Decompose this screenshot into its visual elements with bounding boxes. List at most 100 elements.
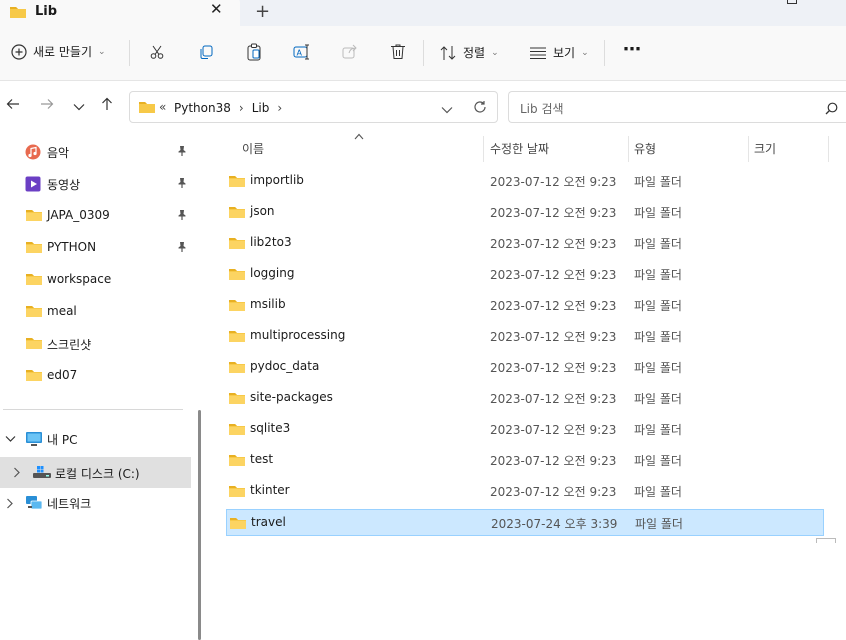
sidebar-item-label: meal xyxy=(47,304,77,318)
search-input[interactable]: Lib 검색 xyxy=(520,100,564,117)
maximize-button[interactable] xyxy=(787,0,797,4)
file-row[interactable]: logging 2023-07-12 오전 9:23 파일 폴더 xyxy=(226,261,824,288)
recent-locations-button[interactable] xyxy=(73,100,85,114)
view-button[interactable]: 보기 ⌄ xyxy=(529,44,589,61)
folder-icon xyxy=(25,304,43,321)
divider xyxy=(604,40,605,66)
file-date: 2023-07-12 오전 9:23 xyxy=(490,237,617,251)
file-row[interactable]: importlib 2023-07-12 오전 9:23 파일 폴더 xyxy=(226,168,824,195)
column-header-type[interactable]: 유형 xyxy=(634,140,656,157)
folder-icon xyxy=(228,236,246,253)
column-divider[interactable] xyxy=(748,136,749,162)
file-row[interactable]: json 2023-07-12 오전 9:23 파일 폴더 xyxy=(226,199,824,226)
cut-button[interactable] xyxy=(149,44,165,60)
navigation-pane: 음악동영상 JAPA_0309 PYTHON workspace meal 스크린샷 ed0… xyxy=(0,130,206,640)
sidebar-item-local-disk[interactable]: 로컬 디스크 (C:) xyxy=(0,457,191,488)
file-date: 2023-07-12 오전 9:23 xyxy=(490,361,617,375)
file-type: 파일 폴더 xyxy=(634,299,682,313)
search-box[interactable]: Lib 검색 xyxy=(508,91,846,123)
title-bar: Lib ✕ + xyxy=(0,0,846,26)
breadcrumb-python38[interactable]: Python38 xyxy=(174,101,231,115)
rename-button[interactable]: A xyxy=(293,44,311,60)
file-name: msilib xyxy=(250,297,286,311)
address-bar[interactable]: « Python38 › Lib › xyxy=(129,91,498,123)
arrow-right-icon xyxy=(41,99,54,109)
file-row[interactable]: msilib 2023-07-12 오전 9:23 파일 폴더 xyxy=(226,292,824,319)
close-tab-icon[interactable]: ✕ xyxy=(210,0,223,18)
up-button[interactable] xyxy=(100,97,114,114)
delete-button[interactable] xyxy=(390,43,406,60)
sidebar-item-7[interactable]: ed07 xyxy=(0,362,191,390)
sidebar-item-label: 네트워크 xyxy=(47,497,92,511)
sort-button[interactable]: 정렬 ⌄ xyxy=(440,44,499,61)
column-divider[interactable] xyxy=(828,136,829,162)
file-row[interactable]: tkinter 2023-07-12 오전 9:23 파일 폴더 xyxy=(226,478,824,505)
pin-icon[interactable] xyxy=(176,209,188,224)
scrollbar[interactable] xyxy=(198,410,201,640)
file-date: 2023-07-12 오전 9:23 xyxy=(490,392,617,406)
paste-button[interactable] xyxy=(246,43,262,61)
sidebar-item-6[interactable]: 스크린샷 xyxy=(0,330,191,358)
file-row[interactable]: travel 2023-07-24 오후 3:39 파일 폴더 xyxy=(226,509,824,536)
chevron-right-icon[interactable] xyxy=(13,467,21,481)
scrollbar-thumb[interactable] xyxy=(816,538,836,543)
sidebar-item-this-pc[interactable]: 내 PC xyxy=(0,425,191,453)
new-button[interactable]: 새로 만들기 ⌄ xyxy=(11,43,106,60)
sidebar-item-3[interactable]: PYTHON xyxy=(0,234,191,262)
back-button[interactable] xyxy=(6,97,20,114)
search-icon[interactable] xyxy=(825,102,838,118)
column-header-size[interactable]: 크기 xyxy=(754,140,776,157)
sidebar-item-network[interactable]: 네트워크 xyxy=(0,489,191,517)
folder-icon xyxy=(25,368,43,385)
chevron-down-icon: ⌄ xyxy=(491,47,499,58)
breadcrumb-separator[interactable]: › xyxy=(239,101,244,115)
file-type: 파일 폴더 xyxy=(634,206,682,220)
file-name: sqlite3 xyxy=(250,421,291,435)
breadcrumb-separator[interactable]: › xyxy=(277,101,282,115)
pin-icon[interactable] xyxy=(176,241,188,256)
sidebar-item-label: JAPA_0309 xyxy=(47,208,110,222)
file-date: 2023-07-12 오전 9:23 xyxy=(490,175,617,189)
file-list: 이름 수정한 날짜 유형 크기 importlib 2023-07-12 오전 9… xyxy=(206,130,846,543)
file-type: 파일 폴더 xyxy=(634,361,682,375)
sidebar-item-0[interactable]: 음악 xyxy=(0,138,191,166)
file-row[interactable]: pydoc_data 2023-07-12 오전 9:23 파일 폴더 xyxy=(226,354,824,381)
chevron-right-icon[interactable] xyxy=(6,498,14,512)
more-options-button[interactable]: ⋯ xyxy=(623,39,641,60)
divider xyxy=(423,40,424,66)
sidebar-item-5[interactable]: meal xyxy=(0,298,191,326)
address-history-icon[interactable] xyxy=(441,103,453,117)
new-tab-button[interactable]: + xyxy=(255,1,270,22)
file-row[interactable]: lib2to3 2023-07-12 오전 9:23 파일 폴더 xyxy=(226,230,824,257)
copy-button[interactable] xyxy=(198,44,214,60)
file-row[interactable]: multiprocessing 2023-07-12 오전 9:23 파일 폴더 xyxy=(226,323,824,350)
share-button[interactable] xyxy=(342,44,358,60)
forward-button[interactable] xyxy=(40,97,54,114)
file-date: 2023-07-12 오전 9:23 xyxy=(490,268,617,282)
column-header-name[interactable]: 이름 xyxy=(242,140,264,157)
pin-icon[interactable] xyxy=(176,177,188,192)
column-header-date[interactable]: 수정한 날짜 xyxy=(490,140,549,157)
sidebar-item-1[interactable]: 동영상 xyxy=(0,170,191,198)
file-date: 2023-07-12 오전 9:23 xyxy=(490,330,617,344)
sidebar-item-4[interactable]: workspace xyxy=(0,266,191,294)
chevron-down-icon[interactable] xyxy=(5,432,16,446)
folder-icon xyxy=(229,516,247,533)
overflow-crumb[interactable]: « xyxy=(159,100,166,114)
file-type: 파일 폴더 xyxy=(634,423,682,437)
file-row[interactable]: site-packages 2023-07-12 오전 9:23 파일 폴더 xyxy=(226,385,824,412)
folder-icon xyxy=(228,422,246,439)
column-divider[interactable] xyxy=(483,136,484,162)
tab-lib[interactable]: Lib ✕ xyxy=(0,0,240,26)
breadcrumb-lib[interactable]: Lib xyxy=(252,101,270,115)
folder-icon xyxy=(9,5,27,22)
pin-icon[interactable] xyxy=(176,145,188,160)
refresh-icon[interactable] xyxy=(473,100,487,117)
file-name: json xyxy=(250,204,275,218)
music-icon xyxy=(25,144,41,163)
sidebar-item-2[interactable]: JAPA_0309 xyxy=(0,202,191,230)
file-row[interactable]: sqlite3 2023-07-12 오전 9:23 파일 폴더 xyxy=(226,416,824,443)
file-date: 2023-07-12 오전 9:23 xyxy=(490,485,617,499)
column-divider[interactable] xyxy=(628,136,629,162)
file-row[interactable]: test 2023-07-12 오전 9:23 파일 폴더 xyxy=(226,447,824,474)
